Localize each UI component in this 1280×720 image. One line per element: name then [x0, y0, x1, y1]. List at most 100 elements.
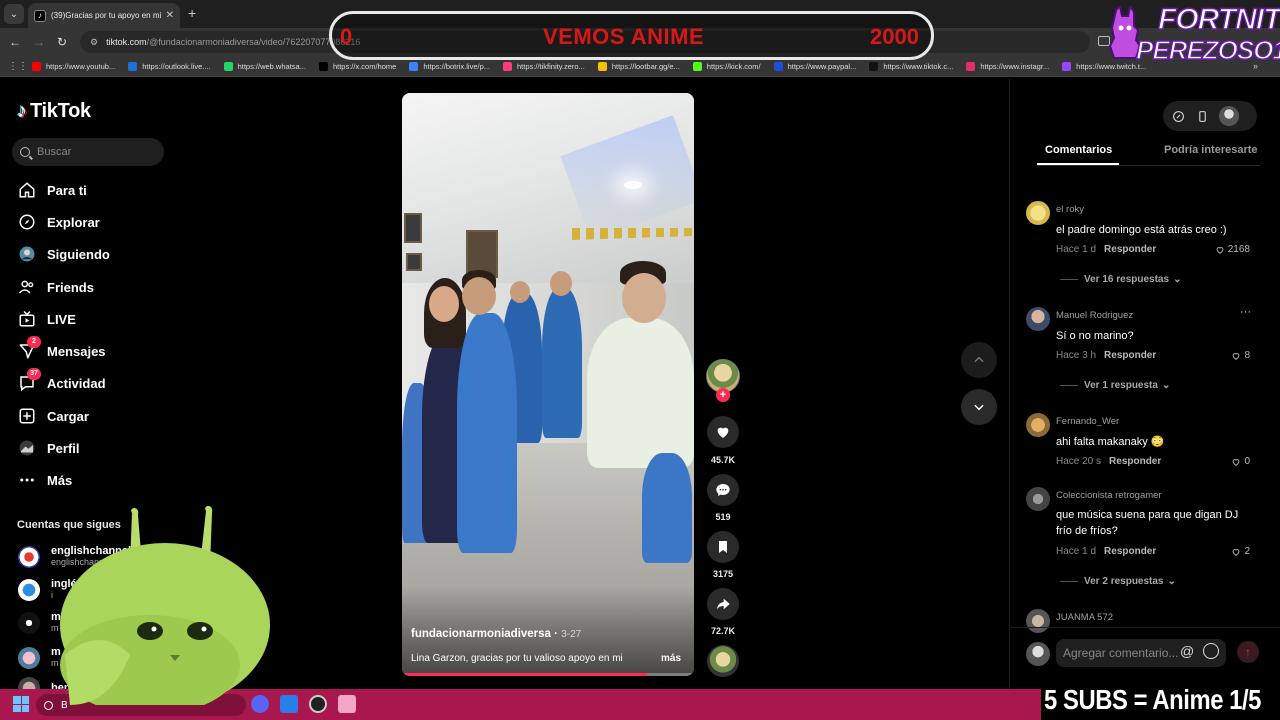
streaming-app-icon[interactable] [338, 695, 356, 713]
coin-icon[interactable] [1171, 109, 1185, 123]
video-player[interactable]: fundacionarmoniadiversa · 3-27 Lina Garz… [402, 93, 694, 676]
previous-video-button[interactable] [961, 342, 997, 378]
sidebar-item-siguiendo[interactable]: Siguiendo [17, 243, 110, 265]
bookmark-favicon-icon [966, 61, 976, 71]
tab-related[interactable]: Podría interesarte [1164, 144, 1260, 156]
bookmark-item[interactable]: https://web.whatsa... [223, 61, 306, 71]
new-tab-icon[interactable]: + [188, 5, 196, 21]
mention-icon[interactable]: @ [1180, 643, 1194, 659]
sidebar-item-explorar[interactable]: Explorar [17, 211, 100, 233]
bookmark-item[interactable]: https://www.paypal... [773, 61, 856, 71]
comment-username[interactable]: Fernando_Wer [1056, 416, 1119, 427]
tab-comments[interactable]: Comentarios [1045, 144, 1112, 156]
sidebar-item-mas[interactable]: Más [17, 469, 72, 491]
browser-tab-active[interactable]: ♪ (39)Gracias por tu apoyo en mi ✕ [28, 3, 180, 28]
video-ceiling-lamp [624, 181, 642, 189]
reply-button[interactable]: Responder [1104, 546, 1156, 557]
tiktok-logo[interactable]: ♪ TikTok [17, 100, 91, 123]
bookmark-item[interactable]: https://kick.com/ [692, 61, 761, 71]
account-avatar [18, 578, 40, 601]
share-button[interactable] [707, 588, 739, 620]
save-button[interactable] [707, 531, 739, 563]
comment-username[interactable]: Manuel Rodriguez [1056, 310, 1133, 321]
bookmark-favicon-icon [503, 61, 513, 71]
bookmark-favicon-icon [318, 61, 328, 71]
like-button[interactable] [707, 416, 739, 448]
emoji-icon[interactable] [1203, 643, 1219, 659]
bookmark-item[interactable]: https://www.twitch.t... [1062, 61, 1146, 71]
comment-like-button[interactable]: 2 [1231, 546, 1250, 557]
comment-like-button[interactable]: 0 [1231, 456, 1250, 467]
chevron-down-icon: ⌄ [1173, 274, 1182, 285]
comment-username[interactable]: Coleccionista retrogamer [1056, 490, 1162, 501]
follow-plus-icon[interactable]: + [716, 388, 730, 402]
back-arrow-icon[interactable]: ← [6, 33, 24, 51]
video-progress-fill [402, 673, 648, 676]
file-explorer-icon[interactable] [280, 695, 298, 713]
sidebar-item-mensajes[interactable]: 2 Mensajes [17, 335, 106, 362]
bookmark-item[interactable]: https://www.tiktok.c... [869, 61, 953, 71]
upload-icon [17, 407, 36, 426]
tab-search-menu-icon[interactable]: ⌄ [4, 4, 24, 24]
reload-icon[interactable]: ↻ [53, 33, 71, 51]
comment-avatar[interactable] [1026, 413, 1050, 437]
comment-avatar[interactable] [1026, 201, 1050, 225]
view-replies-line [1060, 581, 1078, 582]
forward-arrow-icon[interactable]: → [30, 33, 48, 51]
heart-outline-icon [1233, 458, 1240, 466]
video-author-name[interactable]: fundacionarmoniadiversa [411, 628, 551, 640]
site-info-icon[interactable]: ⚙ [90, 37, 98, 48]
comment-text: el padre domingo está atrás creo :) [1056, 224, 1227, 236]
caption-more-link[interactable]: más [661, 653, 681, 664]
sidebar-item-para-ti[interactable]: Para ti [17, 179, 87, 201]
bookmark-favicon-icon [869, 61, 879, 71]
windows-start-icon[interactable] [13, 696, 29, 712]
comment-username[interactable]: JUANMA 572 [1056, 612, 1113, 623]
tab-close-icon[interactable]: ✕ [166, 10, 174, 21]
add-comment-input[interactable]: Agregar comentario... [1056, 639, 1226, 667]
comment-like-button[interactable]: 8 [1231, 350, 1250, 361]
sidebar-item-label: LIVE [47, 311, 76, 327]
sidebar-item-perfil[interactable]: Perfil [17, 437, 80, 459]
reply-button[interactable]: Responder [1104, 350, 1156, 361]
bookmark-item[interactable]: https://botrix.live/p... [409, 61, 490, 71]
send-arrow-icon[interactable]: ↑ [1237, 641, 1259, 663]
bookmark-item[interactable]: https://x.com/home [318, 61, 396, 71]
comment-more-icon[interactable]: ··· [1240, 306, 1251, 318]
user-avatar[interactable] [1219, 106, 1239, 126]
phone-icon[interactable] [1195, 109, 1209, 123]
video-author[interactable]: fundacionarmoniadiversa · 3-27 [411, 628, 581, 640]
bookmark-item[interactable]: https://tikfinity.zero... [503, 61, 585, 71]
video-person-head [429, 286, 459, 322]
reply-button[interactable]: Responder [1109, 456, 1161, 467]
bookmark-item[interactable]: https://www.instagr... [966, 61, 1049, 71]
bookmark-favicon-icon [773, 61, 783, 71]
comment-like-button[interactable]: 2168 [1215, 244, 1250, 255]
comment-button[interactable] [707, 474, 739, 506]
comment-username[interactable]: el roky [1056, 204, 1084, 215]
view-replies-line [1060, 279, 1078, 280]
music-disc-icon[interactable] [707, 645, 739, 677]
search-input[interactable]: Buscar [12, 138, 164, 166]
sidebar-item-cargar[interactable]: Cargar [17, 405, 89, 427]
save-count: 3175 [712, 569, 734, 579]
reply-button[interactable]: Responder [1104, 244, 1156, 255]
next-video-button[interactable] [961, 389, 997, 425]
comment-avatar[interactable] [1026, 307, 1050, 331]
video-progress-bar[interactable] [402, 673, 694, 676]
video-person-head [510, 281, 530, 303]
green-cat-overlay-icon [60, 506, 270, 705]
comment-avatar[interactable] [1026, 487, 1050, 511]
bookmark-item[interactable]: https://lootbar.gg/e... [597, 61, 680, 71]
view-replies-button[interactable]: Ver 2 respuestas ⌄ [1060, 576, 1176, 587]
obs-icon[interactable] [309, 695, 327, 713]
view-replies-label: Ver 1 respuesta [1084, 380, 1158, 391]
view-replies-button[interactable]: Ver 16 respuestas ⌄ [1060, 274, 1181, 285]
apps-grid-icon[interactable]: ⋮⋮ [8, 61, 28, 72]
bookmark-item[interactable]: https://outlook.live.... [128, 61, 211, 71]
view-replies-button[interactable]: Ver 1 respuesta ⌄ [1060, 380, 1170, 391]
bookmark-item[interactable]: https://www.youtub... [32, 61, 115, 71]
sidebar-item-actividad[interactable]: 37 Actividad [17, 367, 106, 394]
sidebar-item-friends[interactable]: Friends [17, 276, 94, 298]
sidebar-item-live[interactable]: LIVE [17, 308, 76, 330]
